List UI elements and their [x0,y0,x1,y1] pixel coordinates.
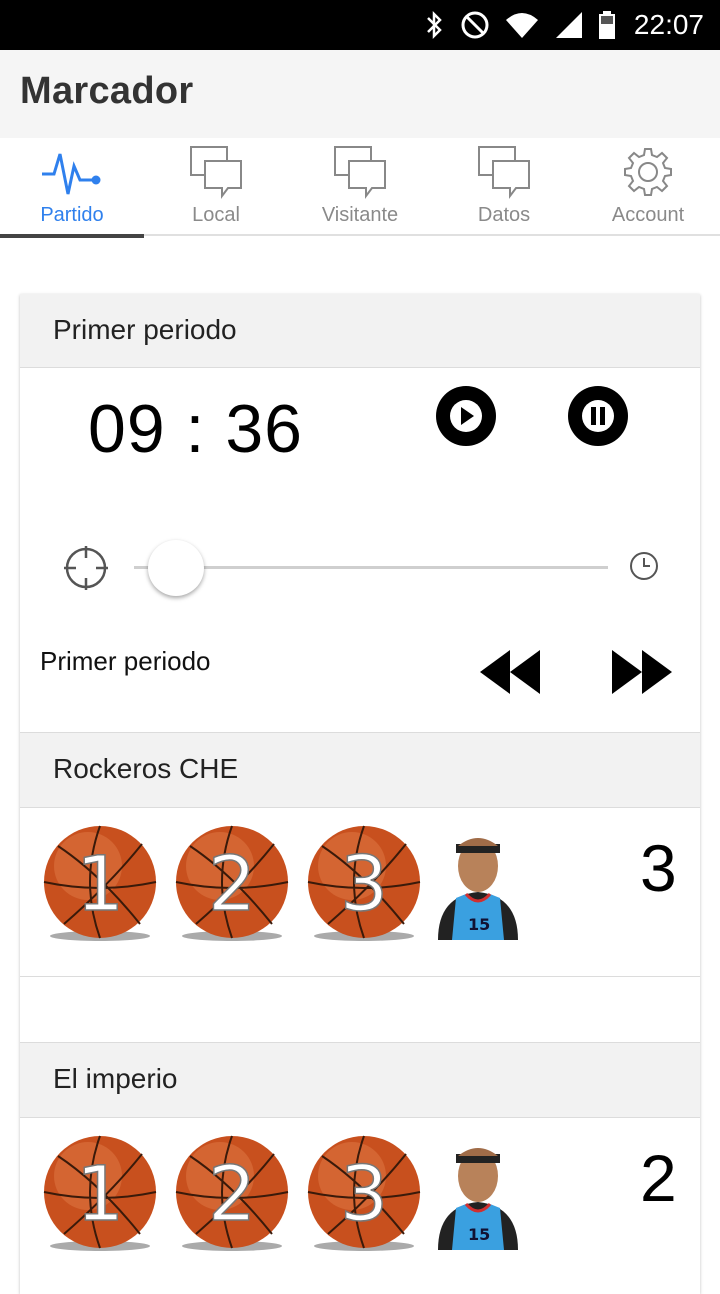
pause-icon [582,400,614,432]
pulse-icon [42,153,101,195]
chat-icon [334,146,386,199]
status-time: 22:07 [633,9,704,40]
team-score: 3 [640,831,677,905]
ball-number: 3 [340,839,388,928]
team-score-row: 1 2 3 15 2 [20,1118,700,1286]
tab-datos[interactable]: Datos [432,138,576,236]
match-card: Primer periodo 09 : 36 Primer periodo Ro… [20,294,700,1294]
bluetooth-icon [427,10,442,40]
app-bar: Marcador [0,50,720,138]
clock-icon [630,552,658,580]
basketball-1-point-button[interactable]: 1 [40,824,160,944]
tab-local[interactable]: Local [144,138,288,236]
basketball-3-point-button[interactable]: 3 [304,1134,424,1254]
ball-number: 1 [76,839,124,928]
team-score-row: 1 2 3 15 3 [20,808,700,976]
team-header: El imperio [20,1042,700,1118]
current-period-label: Primer periodo [40,646,211,676]
team-header: Rockeros CHE [20,732,700,808]
tab-visitante[interactable]: Visitante [288,138,432,236]
ball-number: 1 [76,1149,124,1238]
play-icon [450,400,482,432]
battery-icon [598,11,615,39]
team-score: 2 [640,1141,677,1215]
status-bar: 22:07 [0,0,720,50]
svg-text:15: 15 [468,1225,490,1244]
basketball-1-point-button[interactable]: 1 [40,1134,160,1254]
period-header: Primer periodo [20,294,700,368]
player-icon[interactable]: 15 [434,1134,524,1254]
ball-number: 2 [208,839,256,928]
period-slider-track[interactable] [134,566,608,569]
chat-icon [190,146,242,199]
team-name: El imperio [53,1063,178,1094]
pause-button[interactable] [568,386,628,446]
basketball-3-point-button[interactable]: 3 [304,824,424,944]
do-not-disturb-icon [461,11,489,39]
tab-label: Partido [40,204,104,226]
rewind-button[interactable] [478,648,542,696]
tab-label: Local [192,204,240,226]
ball-number: 3 [340,1149,388,1238]
ball-number: 2 [208,1149,256,1238]
tab-label: Account [611,204,685,226]
basketball-2-point-button[interactable]: 2 [172,1134,292,1254]
divider [20,976,700,977]
tab-account[interactable]: Account [576,138,720,236]
tab-label: Datos [477,204,531,226]
tab-label: Visitante [321,204,399,226]
game-timer: 09 : 36 [88,391,303,467]
fast-forward-button[interactable] [610,648,674,696]
chat-icon [478,146,530,199]
crosshair-icon [64,546,108,590]
tab-partido[interactable]: Partido [0,138,144,238]
team-name: Rockeros CHE [53,753,239,784]
svg-text:15: 15 [468,915,490,934]
tab-bar: Partido Local Visitante Datos Account [0,138,720,238]
period-header-title: Primer periodo [53,314,237,345]
wifi-icon [505,13,538,38]
signal-icon [555,12,582,38]
gear-icon [624,148,672,196]
player-icon[interactable]: 15 [434,824,524,944]
app-title: Marcador [20,70,194,112]
period-slider-thumb[interactable] [148,540,204,596]
basketball-2-point-button[interactable]: 2 [172,824,292,944]
play-button[interactable] [436,386,496,446]
